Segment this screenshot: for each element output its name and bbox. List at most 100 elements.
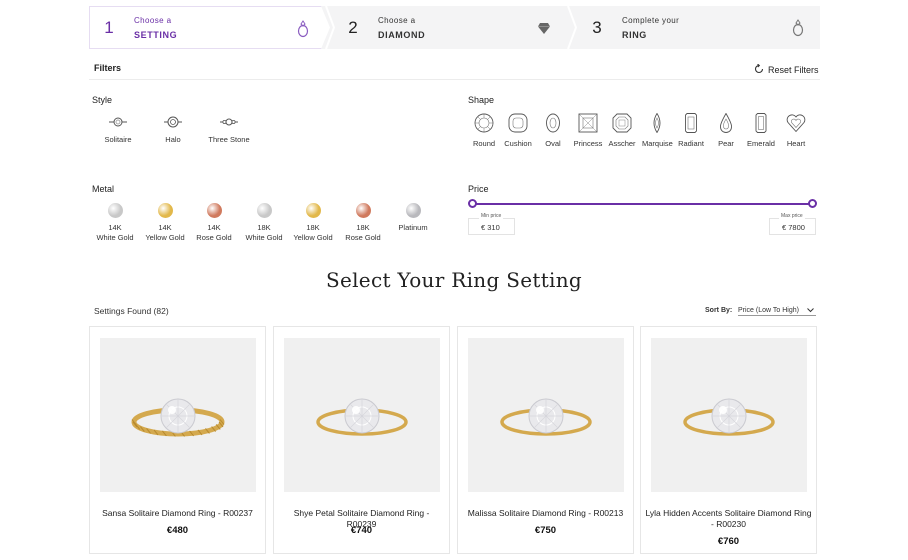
asscher-shape-icon [612,113,632,133]
metal-name: Platinum [398,223,428,232]
metal-karat: 14K [207,223,221,232]
step-number: 3 [592,17,602,37]
price-max-handle[interactable] [808,199,817,208]
ring-icon [297,18,309,43]
metal-name: Yellow Gold [145,233,185,242]
filters-title: Filters [94,63,122,73]
radiant-shape-icon [685,113,697,133]
metal-option-platinum[interactable]: Platinum [392,203,434,233]
step-choose-setting[interactable]: 1 Choose a SETTING [89,6,330,49]
product-image [284,338,440,492]
ring-illustration [131,398,225,437]
product-price: €740 [350,525,373,536]
step-number: 1 [104,17,114,37]
cushion-shape-icon [508,113,528,133]
product-name: Malissa Solitaire Diamond Ring - R00213 [467,508,624,518]
product-price: €760 [717,536,740,547]
shape-option-heart[interactable]: Heart [781,113,811,149]
step-title: DIAMOND [378,29,426,40]
shape-label: Radiant [678,139,704,148]
style-option-three-stone[interactable]: Three Stone [204,115,254,145]
price-range-track[interactable] [473,203,813,205]
metal-swatch [305,203,321,218]
metal-swatch [107,203,123,218]
step-title: SETTING [134,29,178,40]
shape-label: Marquise [642,139,673,148]
metal-swatch [256,203,272,218]
metal-option-14k-yellow-gold[interactable]: 14K Yellow Gold [144,203,186,243]
heart-shape-icon [786,114,806,133]
product-image [468,338,624,492]
shape-option-cushion[interactable]: Cushion [503,113,533,149]
princess-shape-icon [578,113,598,133]
solitaire-ring-icon [109,117,127,127]
metal-swatch [157,203,173,218]
product-card[interactable]: Malissa Solitaire Diamond Ring - R00213 … [457,326,634,554]
metal-name: White Gold [96,233,134,242]
price-min-handle[interactable] [468,199,477,208]
product-price: €480 [166,525,189,536]
step-caption: Choose a [134,15,172,25]
step-complete-ring[interactable]: 3 Complete your RING [576,6,820,49]
product-image [651,338,807,492]
shape-label: Princess [573,139,603,148]
product-price: €750 [534,525,557,536]
settings-found-count: Settings Found (82) [94,306,169,316]
step-title: RING [622,29,647,40]
shape-option-oval[interactable]: Oval [538,113,568,149]
round-shape-icon [474,113,494,133]
shape-option-marquise[interactable]: Marquise [642,113,673,149]
shape-label: Emerald [747,139,775,148]
shape-option-princess[interactable]: Princess [573,113,603,149]
max-price-value: € 7800 [782,223,805,232]
product-card[interactable]: Lyla Hidden Accents Solitaire Diamond Ri… [640,326,817,554]
shape-option-emerald[interactable]: Emerald [745,113,777,149]
min-price-input[interactable]: € 310 [468,218,515,235]
metal-option-14k-white-gold[interactable]: 14K White Gold [94,203,136,243]
max-price-input[interactable]: € 7800 [769,218,816,235]
metal-name: White Gold [245,233,283,242]
metal-option-14k-rose-gold[interactable]: 14K Rose Gold [193,203,235,243]
product-image [100,338,256,492]
style-option-halo[interactable]: Halo [155,115,191,145]
marquise-shape-icon [653,113,661,133]
metal-option-18k-white-gold[interactable]: 18K White Gold [243,203,285,243]
sort-by-label: Sort By: [705,307,733,314]
style-label: Halo [165,135,181,144]
page-title: Select Your Ring Setting [325,268,583,292]
metal-swatch [355,203,371,218]
product-name: Sansa Solitaire Diamond Ring - R00237 [102,508,253,518]
three-stone-ring-icon [220,118,238,126]
ring-illustration [683,398,775,436]
step-choose-diamond[interactable]: 2 Choose a DIAMOND [332,6,568,49]
reset-filters-button[interactable]: Reset Filters [754,63,819,76]
shape-label: Cushion [504,139,532,148]
shape-label: Heart [786,139,806,148]
step-caption: Complete your [622,15,680,25]
metal-option-18k-yellow-gold[interactable]: 18K Yellow Gold [292,203,334,243]
min-price-value: € 310 [481,223,500,232]
style-label: Three Stone [208,135,250,144]
style-label: Solitaire [104,135,132,144]
metal-swatch [206,203,222,218]
product-card[interactable]: Shye Petal Solitaire Diamond Ring - R002… [273,326,450,554]
shape-option-round[interactable]: Round [469,113,499,149]
shape-option-pear[interactable]: Pear [711,113,741,149]
reset-icon [754,63,764,76]
product-card[interactable]: Sansa Solitaire Diamond Ring - R00237 €4… [89,326,266,554]
sort-select[interactable]: Price (Low To High) [738,307,816,316]
style-title: Style [92,95,113,105]
oval-shape-icon [546,113,560,133]
shape-option-asscher[interactable]: Asscher [607,113,637,149]
metal-karat: 18K [257,223,271,232]
halo-ring-icon [164,116,182,128]
metal-karat: 14K [158,223,172,232]
metal-karat: 18K [306,223,320,232]
emerald-shape-icon [755,113,767,133]
ring-illustration [500,398,592,436]
shape-title: Shape [468,95,495,105]
shape-label: Pear [718,139,734,148]
metal-option-18k-rose-gold[interactable]: 18K Rose Gold [342,203,384,243]
shape-option-radiant[interactable]: Radiant [676,113,706,149]
style-option-solitaire[interactable]: Solitaire [100,115,136,145]
